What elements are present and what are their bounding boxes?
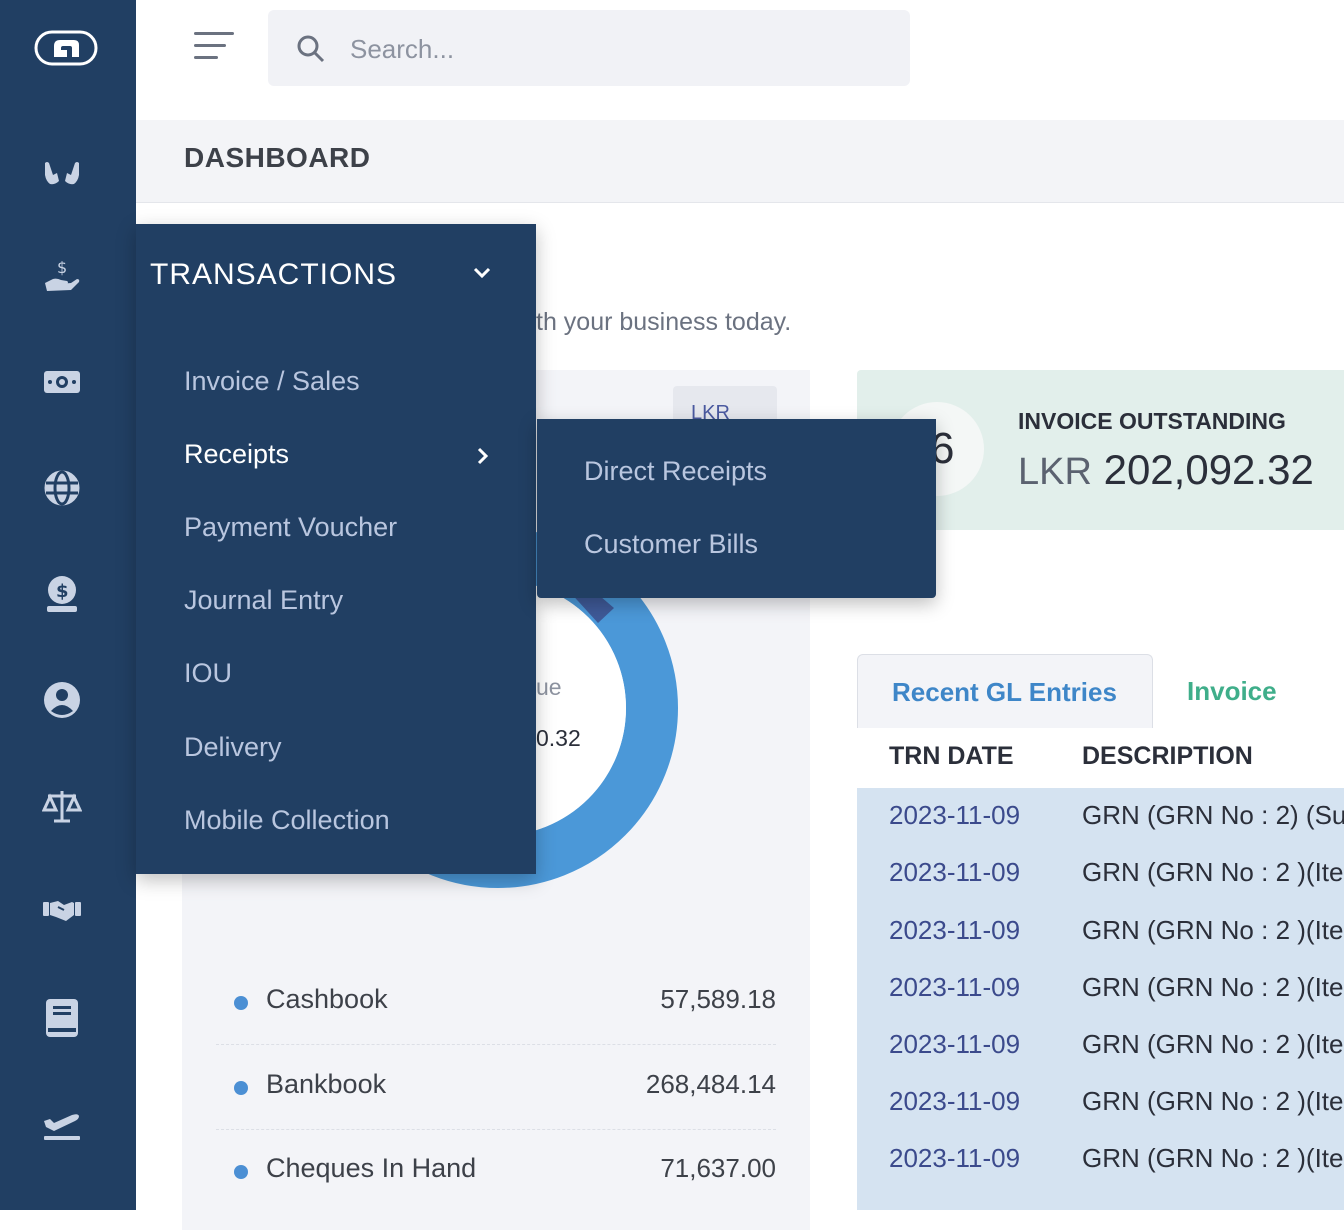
menu-item-mobile-collection[interactable]: Mobile Collection: [184, 805, 390, 836]
page-title: DASHBOARD: [184, 142, 371, 173]
money-bag-icon[interactable]: $: [42, 574, 82, 614]
table-row[interactable]: 2023-11-09 GRN (GRN No : 2) (Su: [857, 788, 1344, 845]
balance-value: 57,589.18: [660, 984, 776, 1014]
stat-title: INVOICE OUTSTANDING: [1018, 408, 1286, 434]
balance-label: Bankbook: [266, 1069, 387, 1099]
row-description: GRN (GRN No : 2) (Su: [1082, 800, 1344, 830]
legend-dot: [234, 1165, 248, 1179]
menu-item-payment-voucher[interactable]: Payment Voucher: [184, 512, 397, 543]
app-logo[interactable]: [34, 30, 98, 71]
balance-value: 71,637.00: [660, 1153, 776, 1183]
gl-tabs: Recent GL Entries Invoice: [857, 654, 1344, 729]
balance-label: Cheques In Hand: [266, 1153, 477, 1183]
menu-title[interactable]: TRANSACTIONS: [150, 258, 397, 292]
transactions-menu: TRANSACTIONS Invoice / Sales Receipts Pa…: [136, 224, 536, 874]
row-description: GRN (GRN No : 2 )(Ite: [1082, 915, 1344, 945]
balance-row-cheques: Cheques In Hand 71,637.00: [216, 1129, 776, 1213]
balance-row-cashbook: Cashbook 57,589.18: [216, 960, 776, 1045]
search-bar: [268, 10, 910, 86]
welcome-subtitle: th your business today.: [536, 308, 792, 336]
table-header: TRN DATE DESCRIPTION: [857, 728, 1344, 789]
row-description: GRN (GRN No : 2 )(Ite: [1082, 857, 1344, 887]
table-row[interactable]: 2023-11-09 GRN (GRN No : 2 )(Ite: [857, 1131, 1344, 1188]
book-icon[interactable]: [42, 998, 82, 1038]
tab-label: Recent GL Entries: [892, 677, 1117, 707]
banknote-icon[interactable]: [42, 362, 82, 402]
row-date: 2023-11-09: [889, 1143, 1021, 1173]
sidebar: $ $: [0, 0, 136, 1210]
balance-row-bankbook: Bankbook 268,484.14: [216, 1045, 776, 1130]
column-header-description: DESCRIPTION: [1082, 742, 1253, 770]
table-row[interactable]: 2023-11-09 GRN (GRN No : 2 )(Ite: [857, 845, 1344, 902]
tab-invoice[interactable]: Invoice: [1153, 654, 1344, 728]
row-date: 2023-11-09: [889, 1029, 1021, 1059]
menu-item-iou[interactable]: IOU: [184, 658, 232, 689]
submenu-item-customer-bills[interactable]: Customer Bills: [584, 529, 758, 560]
handshake-icon[interactable]: [42, 890, 82, 930]
hand-dollar-icon[interactable]: $: [42, 256, 82, 296]
tab-label: Invoice: [1187, 676, 1277, 706]
menu-item-journal-entry[interactable]: Journal Entry: [184, 585, 343, 616]
row-date: 2023-11-09: [889, 857, 1021, 887]
receipts-submenu: Direct Receipts Customer Bills: [537, 419, 936, 598]
legend-dot: [234, 996, 248, 1010]
search-icon: [296, 34, 326, 69]
column-header-trn-date: TRN DATE: [889, 742, 1014, 770]
menu-item-invoice-sales[interactable]: Invoice / Sales: [184, 366, 360, 397]
row-date: 2023-11-09: [889, 915, 1021, 945]
row-description: GRN (GRN No : 2 )(Ite: [1082, 1143, 1344, 1173]
menu-item-delivery[interactable]: Delivery: [184, 732, 282, 763]
table-row[interactable]: 2023-11-09 GRN (GRN No : 2 )(Ite: [857, 1017, 1344, 1074]
table-row[interactable]: 2023-11-09 GRN (GRN No : 2 )(Ite: [857, 903, 1344, 960]
row-description: GRN (GRN No : 2 )(Ite: [1082, 1029, 1344, 1059]
svg-text:$: $: [57, 258, 67, 277]
stat-value: LKR 202,092.32: [1018, 446, 1314, 494]
svg-text:$: $: [56, 581, 69, 602]
row-date: 2023-11-09: [889, 972, 1021, 1002]
user-circle-icon[interactable]: [42, 680, 82, 720]
row-date: 2023-11-09: [889, 1086, 1021, 1116]
gl-entries-table: 2023-11-09 GRN (GRN No : 2) (Su 2023-11-…: [857, 788, 1344, 1210]
row-date: 2023-11-09: [889, 800, 1021, 830]
donut-center-label: ue: [536, 674, 562, 700]
balance-label: Cashbook: [266, 984, 388, 1014]
donut-center-value: 0.32: [536, 725, 581, 751]
table-row[interactable]: 2023-11-09 GRN (GRN No : 2 )(Ite: [857, 960, 1344, 1017]
chevron-right-icon[interactable]: [476, 446, 490, 471]
page-header: DASHBOARD: [136, 120, 1344, 203]
hands-icon[interactable]: [42, 152, 82, 192]
table-row[interactable]: 2023-11-09 GRN (GRN No : 2 )(Ite: [857, 1074, 1344, 1131]
balance-value: 268,484.14: [645, 1069, 776, 1099]
menu-item-receipts[interactable]: Receipts: [184, 439, 289, 470]
legend-dot: [234, 1081, 248, 1095]
row-description: GRN (GRN No : 2 )(Ite: [1082, 1086, 1344, 1116]
stat-amount: 202,092.32: [1103, 446, 1314, 493]
tab-recent-gl-entries[interactable]: Recent GL Entries: [857, 654, 1153, 729]
row-description: GRN (GRN No : 2 )(Ite: [1082, 972, 1344, 1002]
submenu-item-direct-receipts[interactable]: Direct Receipts: [584, 456, 767, 487]
globe-icon[interactable]: [42, 468, 82, 508]
hamburger-menu-icon[interactable]: [194, 32, 236, 64]
search-input[interactable]: [348, 28, 872, 70]
plane-departure-icon[interactable]: [42, 1104, 82, 1144]
scale-icon[interactable]: [42, 786, 82, 826]
stat-currency: LKR: [1018, 451, 1092, 493]
chevron-down-icon[interactable]: [472, 266, 492, 285]
